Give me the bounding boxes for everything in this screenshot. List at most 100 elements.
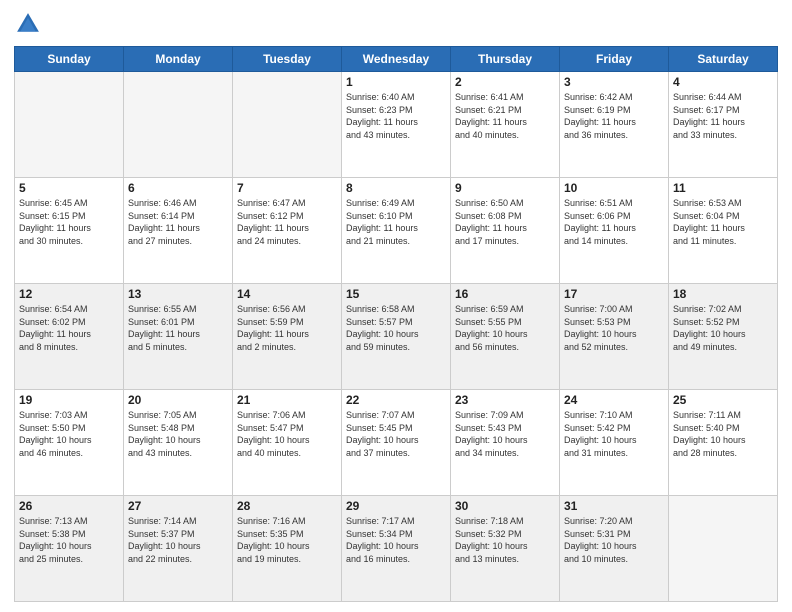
day-number: 20 [128, 393, 228, 407]
logo [14, 10, 46, 38]
calendar-cell: 9 Sunrise: 6:50 AM Sunset: 6:08 PM Daylig… [451, 178, 560, 284]
day-info: Sunrise: 7:11 AM Sunset: 5:40 PM Dayligh… [673, 409, 773, 459]
calendar-cell: 2 Sunrise: 6:41 AM Sunset: 6:21 PM Daylig… [451, 72, 560, 178]
calendar-cell: 29 Sunrise: 7:17 AM Sunset: 5:34 PM Dayli… [342, 496, 451, 602]
calendar-cell [669, 496, 778, 602]
day-info: Sunrise: 6:59 AM Sunset: 5:55 PM Dayligh… [455, 303, 555, 353]
day-info: Sunrise: 7:02 AM Sunset: 5:52 PM Dayligh… [673, 303, 773, 353]
calendar-cell: 3Sunrise: 6:42 AM Sunset: 6:19 PM Daylig… [560, 72, 669, 178]
day-info: Sunrise: 6:47 AM Sunset: 6:12 PM Dayligh… [237, 197, 337, 247]
day-info: Sunrise: 6:55 AM Sunset: 6:01 PM Dayligh… [128, 303, 228, 353]
calendar-cell: 16 Sunrise: 6:59 AM Sunset: 5:55 PM Dayli… [451, 284, 560, 390]
week-row-3: 12 Sunrise: 6:54 AM Sunset: 6:02 PM Dayli… [15, 284, 778, 390]
day-number: 13 [128, 287, 228, 301]
day-number: 7 [237, 181, 337, 195]
day-info: Sunrise: 6:54 AM Sunset: 6:02 PM Dayligh… [19, 303, 119, 353]
logo-icon [14, 10, 42, 38]
calendar-header: SundayMondayTuesdayWednesdayThursdayFrid… [15, 47, 778, 72]
day-info: Sunrise: 7:03 AM Sunset: 5:50 PM Dayligh… [19, 409, 119, 459]
calendar-cell: 7 Sunrise: 6:47 AM Sunset: 6:12 PM Daylig… [233, 178, 342, 284]
day-number: 27 [128, 499, 228, 513]
day-info: Sunrise: 7:00 AM Sunset: 5:53 PM Dayligh… [564, 303, 664, 353]
week-row-1: 1Sunrise: 6:40 AM Sunset: 6:23 PM Daylig… [15, 72, 778, 178]
day-number: 26 [19, 499, 119, 513]
day-info: Sunrise: 6:41 AM Sunset: 6:21 PM Dayligh… [455, 91, 555, 141]
day-info: Sunrise: 7:06 AM Sunset: 5:47 PM Dayligh… [237, 409, 337, 459]
day-number: 11 [673, 181, 773, 195]
calendar-cell: 20 Sunrise: 7:05 AM Sunset: 5:48 PM Dayli… [124, 390, 233, 496]
calendar-body: 1Sunrise: 6:40 AM Sunset: 6:23 PM Daylig… [15, 72, 778, 602]
day-info: Sunrise: 7:16 AM Sunset: 5:35 PM Dayligh… [237, 515, 337, 565]
weekday-sunday: Sunday [15, 47, 124, 72]
day-info: Sunrise: 7:18 AM Sunset: 5:32 PM Dayligh… [455, 515, 555, 565]
day-info: Sunrise: 7:05 AM Sunset: 5:48 PM Dayligh… [128, 409, 228, 459]
day-number: 16 [455, 287, 555, 301]
day-number: 4 [673, 75, 773, 89]
weekday-header-row: SundayMondayTuesdayWednesdayThursdayFrid… [15, 47, 778, 72]
day-number: 19 [19, 393, 119, 407]
weekday-monday: Monday [124, 47, 233, 72]
calendar-cell: 25 Sunrise: 7:11 AM Sunset: 5:40 PM Dayli… [669, 390, 778, 496]
week-row-5: 26 Sunrise: 7:13 AM Sunset: 5:38 PM Dayli… [15, 496, 778, 602]
page-container: SundayMondayTuesdayWednesdayThursdayFrid… [0, 0, 792, 612]
day-info: Sunrise: 6:53 AM Sunset: 6:04 PM Dayligh… [673, 197, 773, 247]
calendar-cell: 30 Sunrise: 7:18 AM Sunset: 5:32 PM Dayli… [451, 496, 560, 602]
week-row-4: 19 Sunrise: 7:03 AM Sunset: 5:50 PM Dayli… [15, 390, 778, 496]
day-info: Sunrise: 6:56 AM Sunset: 5:59 PM Dayligh… [237, 303, 337, 353]
day-number: 30 [455, 499, 555, 513]
day-info: Sunrise: 7:13 AM Sunset: 5:38 PM Dayligh… [19, 515, 119, 565]
calendar-cell: 12 Sunrise: 6:54 AM Sunset: 6:02 PM Dayli… [15, 284, 124, 390]
calendar-cell: 28Sunrise: 7:16 AM Sunset: 5:35 PM Dayli… [233, 496, 342, 602]
day-info: Sunrise: 6:49 AM Sunset: 6:10 PM Dayligh… [346, 197, 446, 247]
day-info: Sunrise: 6:58 AM Sunset: 5:57 PM Dayligh… [346, 303, 446, 353]
day-number: 29 [346, 499, 446, 513]
day-info: Sunrise: 7:14 AM Sunset: 5:37 PM Dayligh… [128, 515, 228, 565]
day-info: Sunrise: 6:50 AM Sunset: 6:08 PM Dayligh… [455, 197, 555, 247]
calendar-cell: 18 Sunrise: 7:02 AM Sunset: 5:52 PM Dayli… [669, 284, 778, 390]
day-info: Sunrise: 6:46 AM Sunset: 6:14 PM Dayligh… [128, 197, 228, 247]
day-number: 21 [237, 393, 337, 407]
calendar-cell: 17Sunrise: 7:00 AM Sunset: 5:53 PM Dayli… [560, 284, 669, 390]
day-info: Sunrise: 7:10 AM Sunset: 5:42 PM Dayligh… [564, 409, 664, 459]
calendar-cell: 27 Sunrise: 7:14 AM Sunset: 5:37 PM Dayli… [124, 496, 233, 602]
calendar-cell: 13 Sunrise: 6:55 AM Sunset: 6:01 PM Dayli… [124, 284, 233, 390]
calendar-cell: 10Sunrise: 6:51 AM Sunset: 6:06 PM Dayli… [560, 178, 669, 284]
calendar-cell: 6 Sunrise: 6:46 AM Sunset: 6:14 PM Daylig… [124, 178, 233, 284]
calendar-cell [124, 72, 233, 178]
day-number: 10 [564, 181, 664, 195]
calendar-cell: 31Sunrise: 7:20 AM Sunset: 5:31 PM Dayli… [560, 496, 669, 602]
day-number: 22 [346, 393, 446, 407]
weekday-wednesday: Wednesday [342, 47, 451, 72]
calendar-cell: 15 Sunrise: 6:58 AM Sunset: 5:57 PM Dayli… [342, 284, 451, 390]
day-number: 25 [673, 393, 773, 407]
day-number: 5 [19, 181, 119, 195]
day-number: 15 [346, 287, 446, 301]
calendar-cell: 19 Sunrise: 7:03 AM Sunset: 5:50 PM Dayli… [15, 390, 124, 496]
calendar-cell: 5 Sunrise: 6:45 AM Sunset: 6:15 PM Daylig… [15, 178, 124, 284]
weekday-saturday: Saturday [669, 47, 778, 72]
day-number: 14 [237, 287, 337, 301]
day-info: Sunrise: 6:45 AM Sunset: 6:15 PM Dayligh… [19, 197, 119, 247]
calendar-cell [15, 72, 124, 178]
day-number: 12 [19, 287, 119, 301]
weekday-friday: Friday [560, 47, 669, 72]
weekday-thursday: Thursday [451, 47, 560, 72]
day-number: 31 [564, 499, 664, 513]
calendar-cell: 23Sunrise: 7:09 AM Sunset: 5:43 PM Dayli… [451, 390, 560, 496]
calendar-cell: 22Sunrise: 7:07 AM Sunset: 5:45 PM Dayli… [342, 390, 451, 496]
calendar-cell: 4 Sunrise: 6:44 AM Sunset: 6:17 PM Daylig… [669, 72, 778, 178]
day-number: 6 [128, 181, 228, 195]
calendar-cell: 14 Sunrise: 6:56 AM Sunset: 5:59 PM Dayli… [233, 284, 342, 390]
day-number: 3 [564, 75, 664, 89]
day-info: Sunrise: 7:17 AM Sunset: 5:34 PM Dayligh… [346, 515, 446, 565]
day-number: 18 [673, 287, 773, 301]
day-number: 2 [455, 75, 555, 89]
page-header [14, 10, 778, 38]
calendar-cell [233, 72, 342, 178]
calendar-cell: 21 Sunrise: 7:06 AM Sunset: 5:47 PM Dayli… [233, 390, 342, 496]
day-info: Sunrise: 6:44 AM Sunset: 6:17 PM Dayligh… [673, 91, 773, 141]
calendar-cell: 1Sunrise: 6:40 AM Sunset: 6:23 PM Daylig… [342, 72, 451, 178]
day-number: 9 [455, 181, 555, 195]
calendar-cell: 11 Sunrise: 6:53 AM Sunset: 6:04 PM Dayli… [669, 178, 778, 284]
calendar-cell: 8Sunrise: 6:49 AM Sunset: 6:10 PM Daylig… [342, 178, 451, 284]
